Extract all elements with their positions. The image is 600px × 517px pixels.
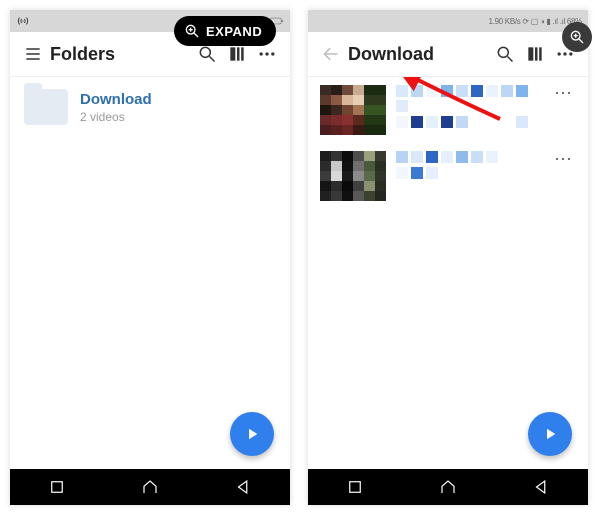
video-item[interactable]: ⋯ — [308, 143, 588, 209]
page-title: Folders — [48, 44, 115, 65]
search-icon — [197, 44, 217, 64]
nav-home-button[interactable] — [130, 475, 170, 499]
expand-button[interactable]: EXPAND — [174, 16, 276, 46]
broadcast-icon — [16, 15, 30, 27]
nav-back-button[interactable] — [223, 475, 263, 499]
triangle-left-icon — [234, 478, 252, 496]
zoom-in-icon — [184, 23, 200, 39]
more-horizontal-icon — [257, 44, 277, 64]
square-icon — [346, 478, 364, 496]
view-grid-icon — [227, 44, 247, 64]
play-fab[interactable] — [230, 412, 274, 456]
video-list: ⋯ ⋯ — [308, 77, 588, 470]
home-outline-icon — [438, 478, 458, 496]
android-nav-bar — [308, 469, 588, 505]
android-nav-bar — [10, 469, 290, 505]
hamburger-icon — [23, 44, 43, 64]
video-thumbnail — [320, 151, 386, 201]
folder-name: Download — [80, 91, 152, 108]
expand-label: EXPAND — [206, 24, 262, 39]
nav-recent-button[interactable] — [37, 475, 77, 499]
nav-back-button[interactable] — [521, 475, 561, 499]
screenshot-download: 1.90 KB/s ⟳ ▢ ◑ ▮ .ıl .ıl 68% Download — [308, 10, 588, 505]
folder-icon — [24, 89, 68, 125]
video-thumbnail — [320, 85, 386, 135]
play-fab[interactable] — [528, 412, 572, 456]
play-icon — [243, 425, 261, 443]
screenshot-folders: 0:14 Folders Download 2 videos — [10, 10, 290, 505]
arrow-left-icon — [321, 44, 341, 64]
folder-item-download[interactable]: Download 2 videos — [10, 77, 290, 137]
folders-list: Download 2 videos — [10, 77, 290, 470]
item-more-button[interactable]: ⋯ — [550, 85, 576, 101]
status-bar: 1.90 KB/s ⟳ ▢ ◑ ▮ .ıl .ıl 68% — [308, 10, 588, 32]
play-icon — [541, 425, 559, 443]
nav-recent-button[interactable] — [335, 475, 375, 499]
home-outline-icon — [140, 478, 160, 496]
annotation-arrow — [400, 77, 510, 131]
app-bar: Download — [308, 32, 588, 77]
square-icon — [48, 478, 66, 496]
nav-home-button[interactable] — [428, 475, 468, 499]
zoom-in-icon — [569, 29, 585, 45]
item-more-button[interactable]: ⋯ — [550, 151, 576, 167]
view-toggle-button[interactable] — [520, 39, 550, 69]
zoom-button[interactable] — [562, 22, 592, 52]
back-button[interactable] — [316, 44, 346, 64]
page-title: Download — [346, 44, 434, 65]
view-grid-icon — [525, 44, 545, 64]
video-meta — [396, 151, 540, 183]
search-icon — [495, 44, 515, 64]
search-button[interactable] — [490, 39, 520, 69]
triangle-left-icon — [532, 478, 550, 496]
menu-button[interactable] — [18, 44, 48, 64]
folder-subtitle: 2 videos — [80, 110, 152, 124]
